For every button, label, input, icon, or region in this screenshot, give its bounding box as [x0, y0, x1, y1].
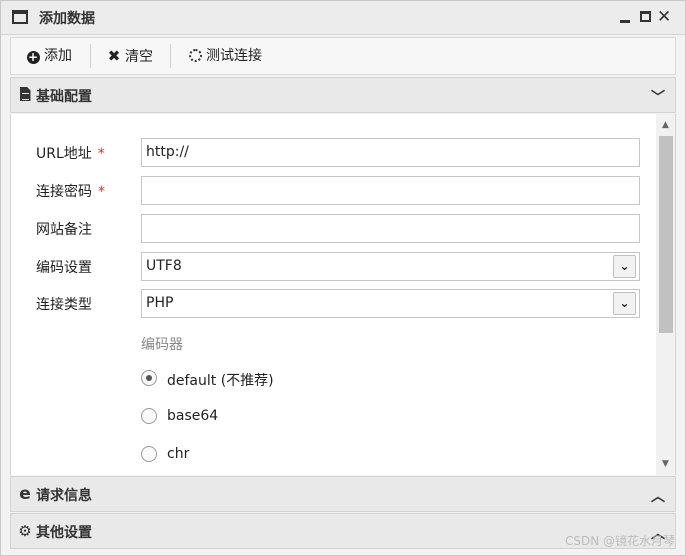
required-mark: *: [97, 146, 105, 162]
spinner-icon: [187, 38, 203, 74]
scrollbar-thumb[interactable]: [659, 136, 673, 333]
encoder-radio-base64[interactable]: [141, 408, 157, 424]
note-label: 网站备注: [36, 222, 92, 238]
chevron-down-icon[interactable]: ﹀: [651, 87, 665, 107]
toolbar: + 添加 ✖ 清空 测试连接: [10, 37, 676, 75]
maximize-icon[interactable]: [639, 10, 653, 24]
chevron-down-icon[interactable]: ⌄: [613, 292, 636, 315]
clear-button[interactable]: ✖ 清空: [106, 38, 153, 74]
toolbar-divider: [90, 44, 91, 68]
encoder-radio-default[interactable]: [141, 370, 157, 386]
edge-icon: e: [19, 484, 31, 504]
section-header-request[interactable]: e 请求信息 ︿: [10, 476, 676, 512]
chevron-down-icon[interactable]: ⌄: [613, 255, 636, 278]
section-title-request: 请求信息: [36, 488, 92, 504]
encoding-value: UTF8: [146, 258, 182, 274]
encoder-radio-chr[interactable]: [141, 446, 157, 462]
url-input[interactable]: http://: [141, 138, 640, 167]
basic-config-panel: URL地址 * http:// 连接密码 * 网站备注 编码设置 UTF8 ⌄ 连接…: [10, 114, 676, 475]
connection-type-label: 连接类型: [36, 297, 92, 313]
add-button[interactable]: + 添加: [25, 38, 72, 74]
encoder-heading: 编码器: [141, 337, 183, 353]
title-bar[interactable]: 添加数据 ✕: [1, 1, 685, 35]
encoding-label: 编码设置: [36, 260, 92, 276]
watermark: CSDN @镜花水月琴: [564, 534, 675, 548]
password-input[interactable]: [141, 176, 640, 205]
encoder-label-default[interactable]: default (不推荐): [167, 370, 274, 390]
window-title: 添加数据: [39, 11, 95, 27]
vertical-scrollbar[interactable]: ▲ ▼: [656, 114, 675, 475]
password-label: 连接密码 *: [36, 184, 105, 200]
window-icon: [12, 10, 28, 24]
note-input[interactable]: [141, 214, 640, 243]
encoder-label-chr[interactable]: chr: [167, 446, 189, 462]
add-data-window: 添加数据 ✕ + 添加 ✖ 清空 测试连接 基础配置 ﹀ URL地址 * http:/…: [0, 0, 686, 556]
minimize-icon[interactable]: [619, 10, 633, 24]
section-title-other: 其他设置: [36, 525, 92, 541]
test-connection-button[interactable]: 测试连接: [187, 38, 262, 74]
plus-circle-icon: +: [26, 50, 40, 64]
section-header-basic[interactable]: 基础配置 ﹀: [10, 77, 676, 113]
scroll-up-arrow-icon[interactable]: ▲: [656, 117, 675, 134]
encoder-label-base64[interactable]: base64: [167, 408, 218, 424]
section-title-basic: 基础配置: [36, 89, 92, 105]
times-icon: ✖: [107, 47, 121, 65]
gears-icon: ⚙: [18, 522, 32, 540]
scroll-down-arrow-icon[interactable]: ▼: [656, 456, 675, 473]
required-mark: *: [98, 184, 105, 200]
test-connection-label: 测试连接: [206, 48, 262, 64]
chevron-up-icon[interactable]: ︿: [651, 486, 665, 506]
connection-type-value: PHP: [146, 295, 174, 311]
clear-button-label: 清空: [125, 49, 153, 65]
file-text-icon: [17, 87, 33, 105]
connection-type-select[interactable]: PHP ⌄: [141, 289, 640, 318]
encoding-select[interactable]: UTF8 ⌄: [141, 252, 640, 281]
add-button-label: 添加: [44, 48, 72, 64]
url-label: URL地址 *: [36, 146, 105, 162]
close-icon[interactable]: ✕: [657, 9, 671, 26]
toolbar-divider: [170, 44, 171, 68]
